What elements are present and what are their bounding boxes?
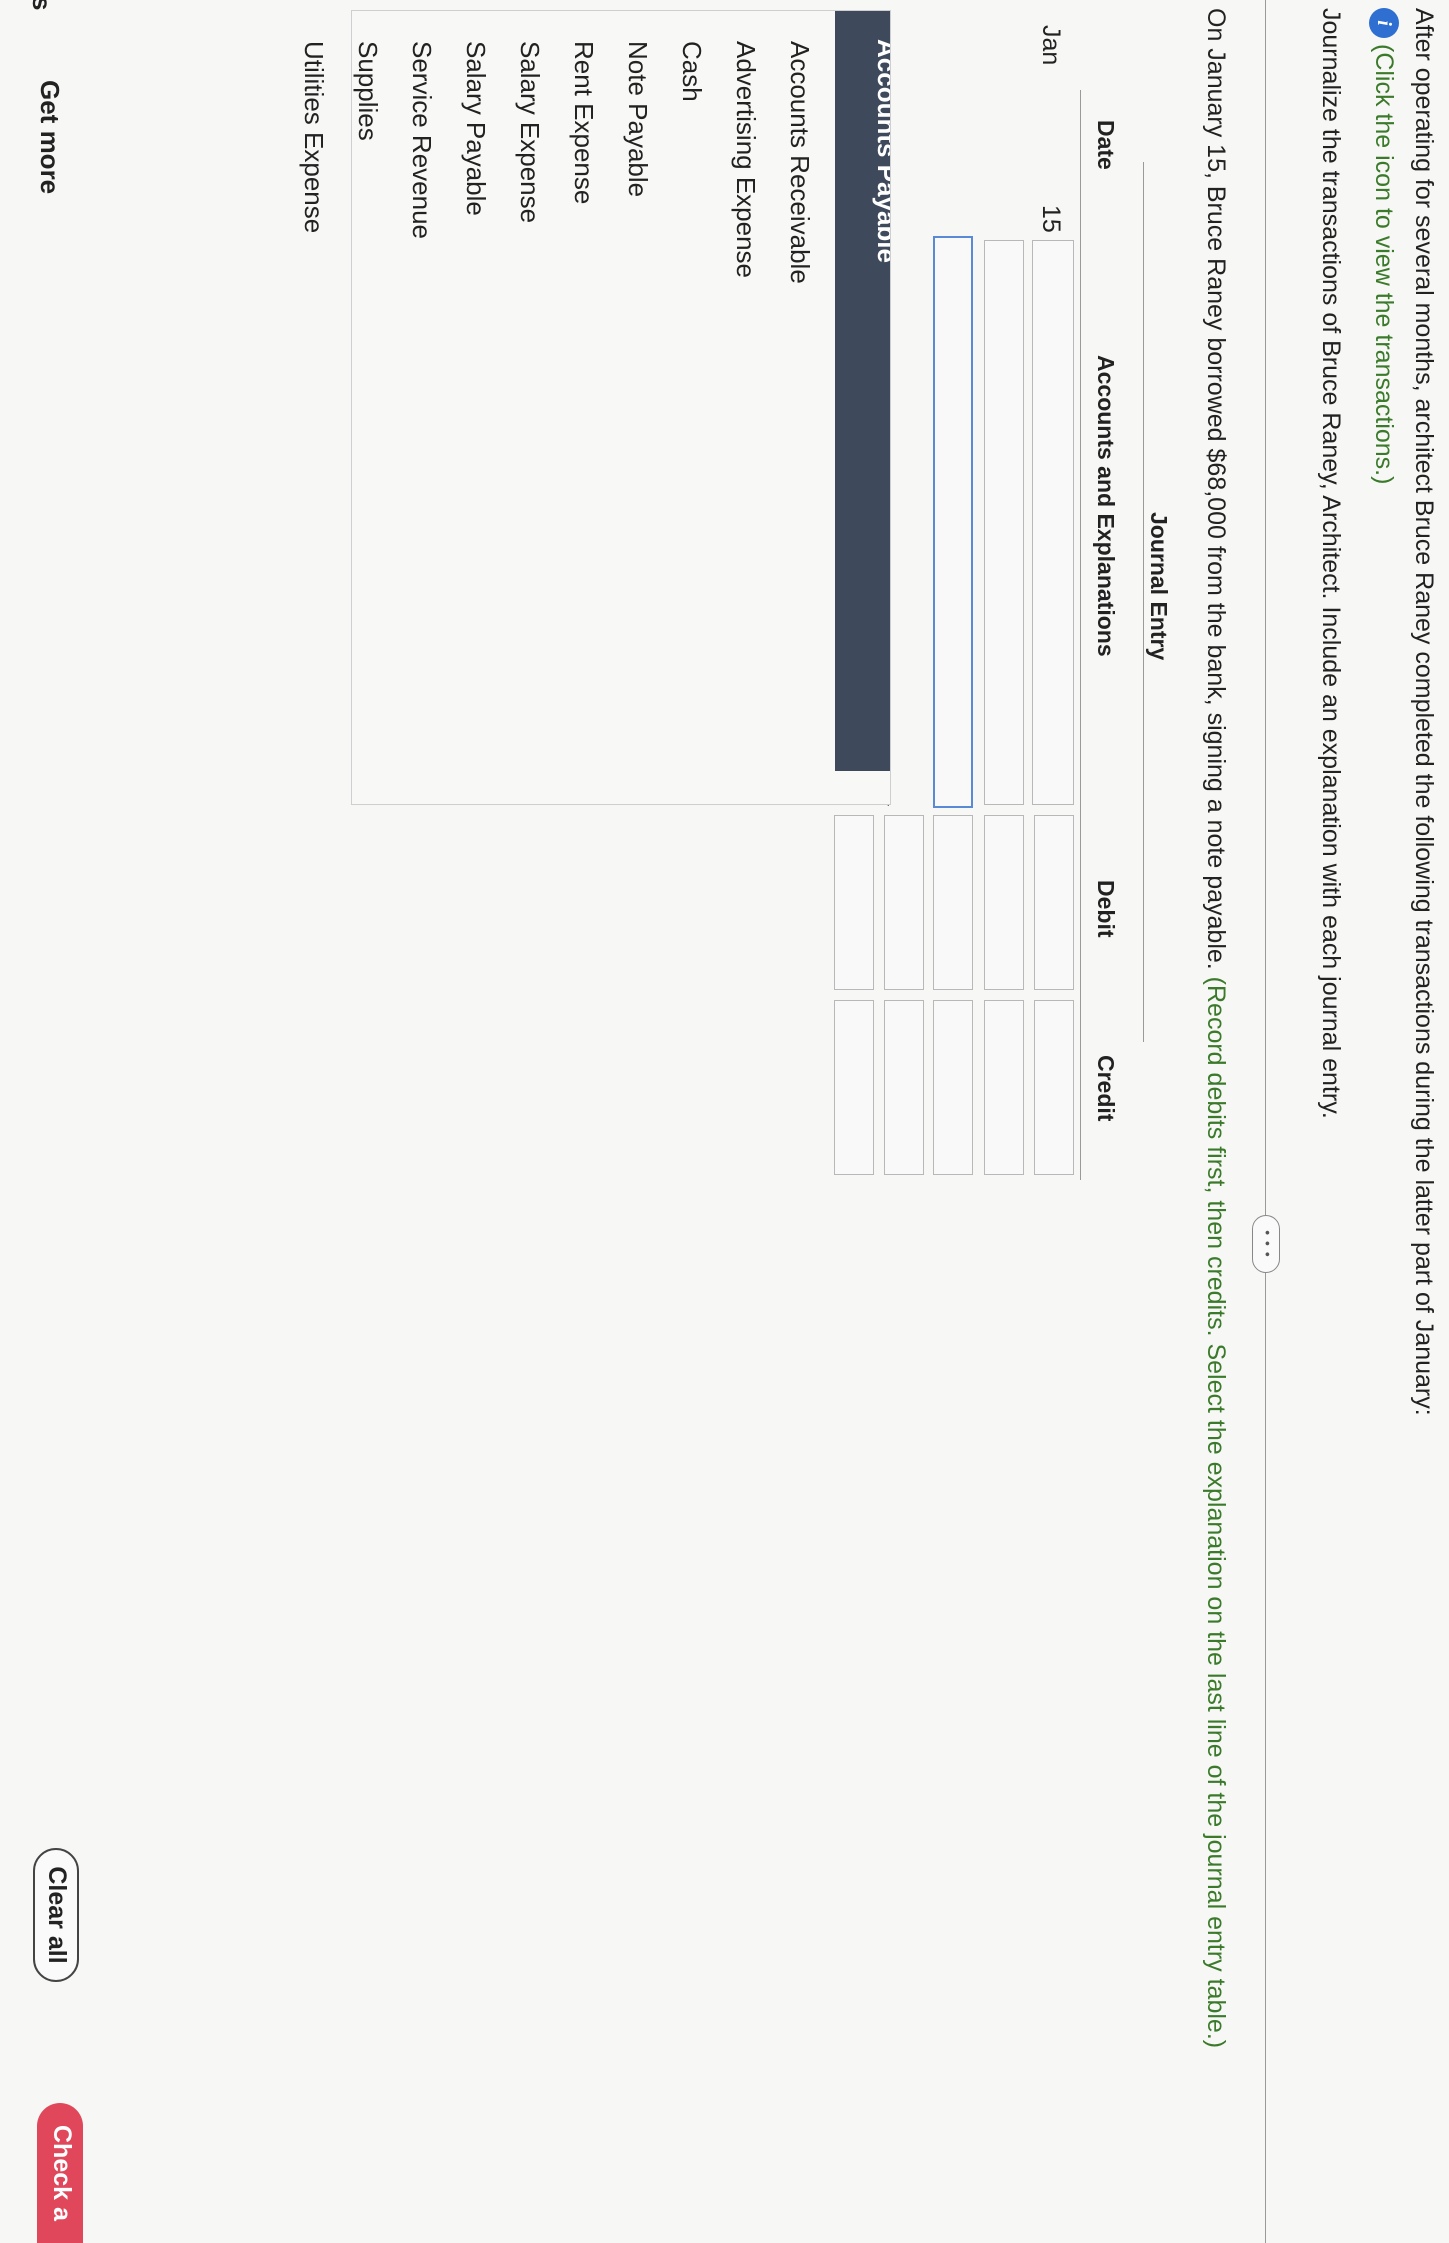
dropdown-option[interactable]: Salary Expense: [514, 41, 545, 223]
section-divider: [1265, 0, 1266, 2243]
question-statement: On January 15, Bruce Raney borrowed $68,…: [1202, 8, 1230, 970]
debit-cell-row-4[interactable]: [884, 815, 924, 990]
page-content: After operating for several months, arch…: [0, 0, 1449, 2243]
journal-title-rule: [1143, 162, 1144, 1042]
get-more-help-button[interactable]: Get more: [34, 80, 65, 194]
info-link[interactable]: (Click the icon to view the transactions…: [1369, 44, 1399, 484]
check-answer-button[interactable]: Check a: [37, 2103, 83, 2243]
screenshot-stage: After operating for several months, arch…: [0, 0, 1449, 2243]
account-select-row-3[interactable]: [933, 236, 973, 808]
dropdown-option[interactable]: Note Payable: [622, 41, 653, 197]
journal-title: Journal Entry: [1146, 512, 1172, 661]
credit-cell-row-3[interactable]: [933, 1000, 973, 1175]
dropdown-option[interactable]: Cash: [676, 41, 707, 102]
account-cell-row-1[interactable]: [1032, 240, 1074, 805]
debit-header: Debit: [1093, 880, 1119, 938]
credit-cell-row-2[interactable]: [984, 1000, 1024, 1175]
debit-cell-row-3[interactable]: [933, 815, 973, 990]
dropdown-option[interactable]: Salary Payable: [460, 41, 491, 216]
dropdown-option[interactable]: Service Revenue: [406, 41, 437, 239]
header-rule: [1080, 90, 1081, 1180]
dropdown-option-selected[interactable]: Accounts Payable: [835, 11, 890, 771]
side-letter: s: [27, 0, 57, 11]
debit-cell-row-1[interactable]: [1034, 815, 1074, 990]
dropdown-option[interactable]: Supplies: [352, 41, 383, 141]
instruction-text: Journalize the transactions of Bruce Ran…: [1317, 8, 1345, 1119]
credit-cell-row-5[interactable]: [834, 1000, 874, 1175]
debit-cell-row-5[interactable]: [834, 815, 874, 990]
more-button[interactable]: • • •: [1252, 1215, 1280, 1273]
info-icon[interactable]: i: [1369, 8, 1399, 38]
intro-text: After operating for several months, arch…: [1410, 8, 1438, 1416]
question-text: On January 15, Bruce Raney borrowed $68,…: [1201, 8, 1231, 2048]
date-header: Date: [1093, 120, 1119, 170]
dropdown-option[interactable]: Utilities Expense: [298, 41, 329, 233]
dropdown-option[interactable]: Advertising Expense: [730, 41, 761, 278]
credit-cell-row-1[interactable]: [1034, 1000, 1074, 1175]
credit-cell-row-4[interactable]: [884, 1000, 924, 1175]
question-hint: (Record debits first, then credits. Sele…: [1202, 976, 1230, 2049]
credit-header: Credit: [1093, 1055, 1119, 1122]
account-cell-row-2[interactable]: [984, 240, 1024, 805]
dropdown-option[interactable]: Accounts Receivable: [784, 41, 815, 284]
date-month: Jan: [1037, 25, 1065, 66]
dropdown-option[interactable]: Rent Expense: [568, 41, 599, 204]
date-day: 15: [1037, 205, 1065, 233]
clear-all-button[interactable]: Clear all: [33, 1848, 79, 1982]
account-dropdown-menu: Accounts Payable Accounts Receivable Adv…: [299, 10, 891, 805]
accounts-header: Accounts and Explanations: [1093, 355, 1119, 657]
debit-cell-row-2[interactable]: [984, 815, 1024, 990]
